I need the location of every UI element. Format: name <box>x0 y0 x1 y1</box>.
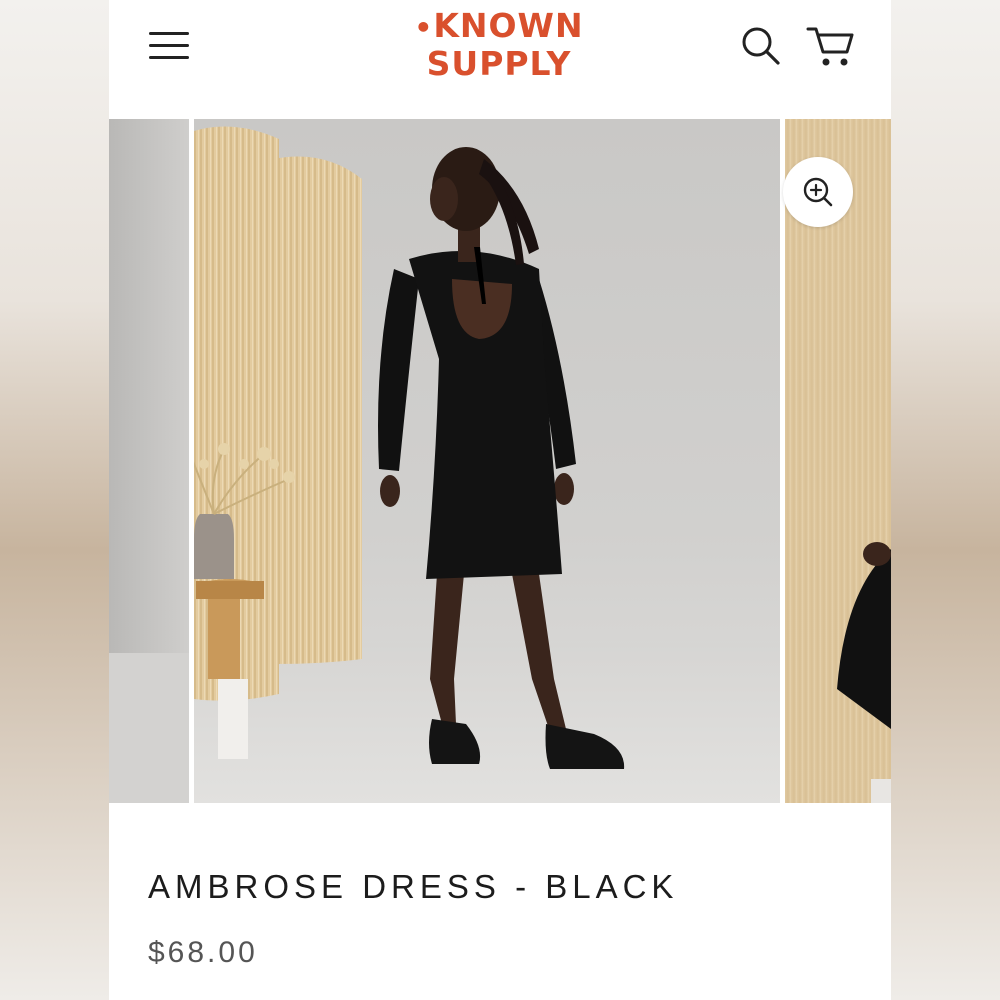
background-right-blur <box>891 0 1000 1000</box>
brand-logo[interactable]: •KNOWN SUPPLY <box>389 8 609 82</box>
cart-icon[interactable] <box>805 22 857 70</box>
logo-line2: SUPPLY <box>426 44 572 83</box>
zoom-in-icon <box>803 177 833 207</box>
zoom-in-button[interactable] <box>783 157 853 227</box>
logo-line1: KNOWN <box>433 6 584 45</box>
background-left-blur <box>0 0 109 1000</box>
product-image-gallery[interactable] <box>109 119 891 803</box>
product-title: AMBROSE DRESS - BLACK <box>148 868 679 905</box>
search-icon[interactable] <box>739 24 783 68</box>
gallery-image-main[interactable] <box>194 119 780 803</box>
product-photo <box>194 126 625 769</box>
phone-screen: •KNOWN SUPPLY AMBROSE DRESS - BLACK $68.… <box>109 0 891 1000</box>
logo-dot: • <box>414 11 434 44</box>
hamburger-menu-icon[interactable] <box>145 28 193 64</box>
gallery-image-previous[interactable] <box>109 119 189 803</box>
site-header: •KNOWN SUPPLY <box>109 0 891 118</box>
product-price: $68.00 <box>148 936 258 969</box>
